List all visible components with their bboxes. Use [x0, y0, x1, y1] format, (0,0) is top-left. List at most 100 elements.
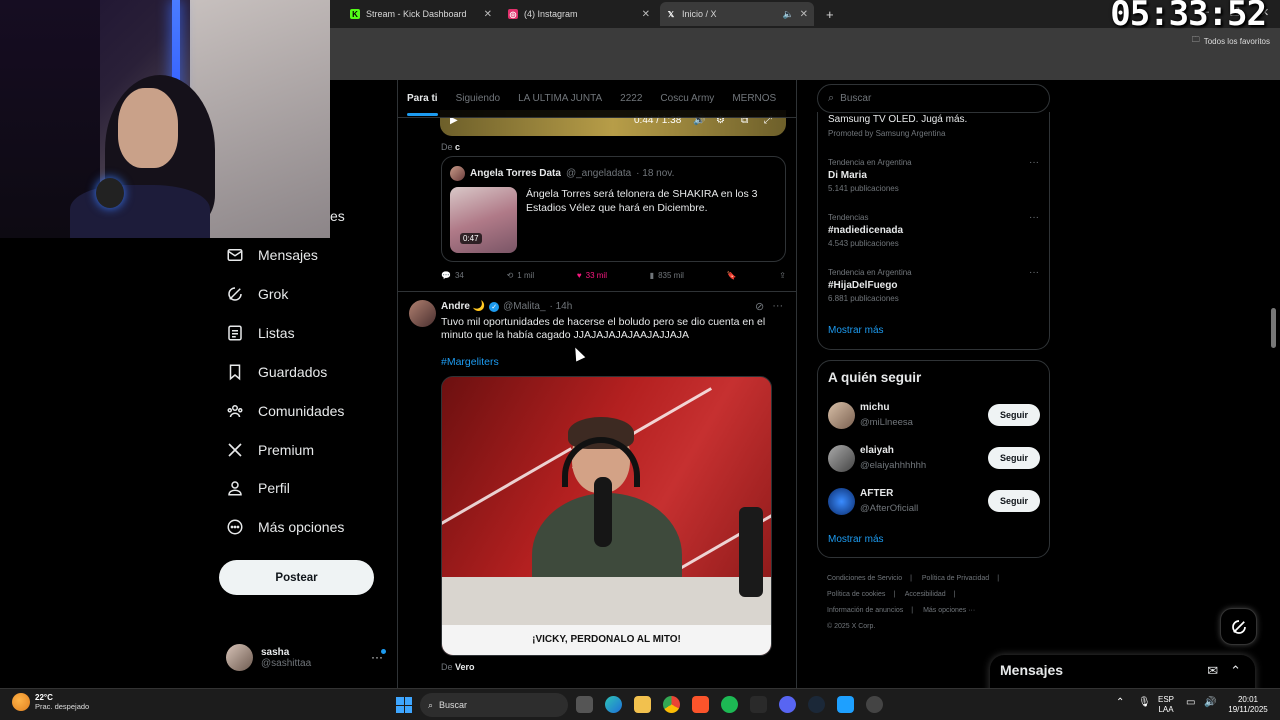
trend-item[interactable]: Tendencias #nadiedicenada 4.543 publicac…: [828, 212, 1043, 248]
close-icon[interactable]: ✕: [800, 9, 808, 20]
favorites-label: Todos los favoritos: [1203, 36, 1270, 46]
more-icon[interactable]: ···: [772, 300, 783, 313]
tab-x[interactable]: 𝕏 Inicio / X 🔈 ✕: [660, 2, 814, 26]
post-text: Tuvo mil oportunidades de hacerse el bol…: [441, 316, 766, 341]
new-message-icon[interactable]: ✉: [1207, 663, 1218, 679]
avatar: [828, 445, 855, 472]
nav-item-more-options[interactable]: Más opciones: [226, 518, 344, 536]
footer-link[interactable]: Información de anuncios: [827, 607, 903, 614]
tab-siguiendo[interactable]: Siguiendo: [447, 80, 509, 118]
tab-instagram[interactable]: ◎ (4) Instagram ✕: [502, 4, 656, 24]
like-button[interactable]: ♥ 33 mil: [577, 271, 607, 280]
tab-coscu-army[interactable]: Coscu Army: [651, 80, 723, 118]
promo-text[interactable]: Samsung TV OLED. Jugá más.: [828, 114, 967, 125]
nav-item-communities[interactable]: Comunidades: [226, 402, 344, 420]
new-tab-button[interactable]: +: [820, 4, 840, 24]
expand-icon[interactable]: ⌃: [1230, 663, 1241, 679]
quoted-video-thumbnail[interactable]: 0:47: [450, 187, 517, 253]
close-icon[interactable]: ✕: [484, 9, 492, 20]
weather-widget[interactable]: 22°C Prac. despejado: [12, 693, 89, 711]
nav-item-lists[interactable]: Listas: [226, 324, 295, 342]
show-more-trends[interactable]: Mostrar más: [828, 325, 884, 336]
speaker-icon[interactable]: 🔈: [783, 9, 794, 20]
more-icon[interactable]: ···: [1029, 157, 1039, 168]
share-button[interactable]: ⇪: [779, 271, 786, 280]
follow-suggestion[interactable]: michu @miLlneesa Seguir: [828, 401, 1040, 431]
task-view-icon[interactable]: [576, 696, 593, 713]
spotify-icon[interactable]: [721, 696, 738, 713]
notepad-icon[interactable]: [837, 696, 854, 713]
tab-label: Stream - Kick Dashboard: [366, 9, 467, 19]
avatar[interactable]: [409, 300, 436, 327]
favorites-bar[interactable]: 🗀 Todos los favoritos: [1192, 34, 1270, 48]
reply-button[interactable]: 💬 34: [441, 271, 464, 280]
tab-para-ti[interactable]: Para ti: [398, 80, 447, 118]
show-more-follow[interactable]: Mostrar más: [828, 534, 884, 545]
nav-item-messages[interactable]: Mensajes: [226, 246, 318, 264]
trend-item[interactable]: Tendencia en Argentina Di Maria 5.141 pu…: [828, 157, 1043, 193]
grok-floating-button[interactable]: [1220, 608, 1257, 645]
post-button[interactable]: Postear: [219, 560, 374, 595]
nav-item-bookmarks[interactable]: Guardados: [226, 363, 327, 381]
follow-button[interactable]: Seguir: [988, 404, 1040, 426]
edge-icon[interactable]: [605, 696, 622, 713]
nav-item-profile[interactable]: Perfil: [226, 479, 290, 497]
quoted-post[interactable]: Angela Torres Data @_angeladata · 18 nov…: [441, 156, 786, 262]
footer-link[interactable]: Política de Privacidad: [922, 575, 989, 582]
discord-icon[interactable]: [779, 696, 796, 713]
keyboard-layout: LAA: [1158, 705, 1174, 714]
tab-la-ultima-junta[interactable]: LA ULTIMA JUNTA: [509, 80, 611, 118]
bookmark-button[interactable]: 🔖: [727, 271, 737, 280]
author-name[interactable]: Andre 🌙: [441, 301, 485, 312]
repost-button[interactable]: ⟲ 1 mil: [507, 271, 535, 280]
volume-icon[interactable]: 🔊: [1204, 698, 1216, 708]
search-input[interactable]: [840, 93, 1021, 104]
tab-kick[interactable]: K Stream - Kick Dashboard ✕: [344, 4, 498, 24]
more-icon[interactable]: ···: [1029, 267, 1039, 278]
obs-icon[interactable]: [866, 696, 883, 713]
from-name[interactable]: Vero: [455, 662, 475, 672]
nav-item-premium[interactable]: Premium: [226, 441, 314, 459]
system-clock[interactable]: 20:01 19/11/2025: [1224, 695, 1272, 715]
close-icon[interactable]: ✕: [642, 9, 650, 20]
brave-icon[interactable]: [692, 696, 709, 713]
profile-handle: @sashittaa: [261, 657, 312, 669]
follow-suggestion[interactable]: elaiyah @elaiyahhhhhh Seguir: [828, 444, 1040, 474]
trend-item[interactable]: Tendencia en Argentina #HijaDelFuego 6.8…: [828, 267, 1043, 303]
grok-icon[interactable]: ⊘: [755, 300, 764, 313]
steam-icon[interactable]: [808, 696, 825, 713]
tray-chevron-icon[interactable]: ⌃: [1116, 698, 1124, 708]
follow-suggestion[interactable]: AFTER @AfterOficiall Seguir: [828, 487, 1040, 517]
post-video[interactable]: ¡VICKY, PERDONALO AL MITO!: [441, 376, 772, 656]
views-button[interactable]: ▮ 835 mil: [650, 271, 684, 280]
microphone-icon[interactable]: 🎙: [1138, 698, 1151, 708]
follow-button[interactable]: Seguir: [988, 490, 1040, 512]
page-scrollbar[interactable]: [1271, 308, 1276, 348]
chrome-icon[interactable]: [663, 696, 680, 713]
from-prefix: De: [441, 662, 453, 672]
from-name[interactable]: c: [455, 142, 460, 152]
webcam-person-shirt: [70, 185, 210, 238]
footer-link[interactable]: Accesibilidad: [905, 591, 946, 598]
quoted-author-name[interactable]: Angela Torres Data: [470, 168, 561, 179]
search-box[interactable]: ⌕: [817, 84, 1050, 113]
file-explorer-icon[interactable]: [634, 696, 651, 713]
footer-link[interactable]: Condiciones de Servicio: [827, 575, 902, 582]
epic-games-icon[interactable]: [750, 696, 767, 713]
language-indicator[interactable]: ESP LAA: [1158, 695, 1174, 715]
nav-item-grok[interactable]: Grok: [226, 285, 288, 303]
follow-button[interactable]: Seguir: [988, 447, 1040, 469]
footer-link[interactable]: Más opciones ···: [923, 607, 975, 614]
tab-2222[interactable]: 2222: [611, 80, 651, 118]
footer-link[interactable]: Política de cookies: [827, 591, 885, 598]
windows-start-icon[interactable]: [396, 697, 412, 713]
tab-mernos[interactable]: MERNOS: [723, 80, 785, 118]
network-icon[interactable]: ▭: [1186, 698, 1195, 708]
timeline[interactable]: ▶ 0:44 / 1:38 🔊 ⚙ ⧉ ⤢ Para ti Siguiendo …: [397, 80, 797, 688]
account-switcher[interactable]: sasha @sashittaa: [226, 644, 311, 671]
hashtag-link[interactable]: #Margeliters: [441, 356, 499, 368]
repost-icon: ⟲: [506, 271, 514, 280]
nav-label: Premium: [258, 442, 315, 458]
more-icon[interactable]: ···: [1029, 212, 1039, 223]
taskbar-search[interactable]: ⌕ Buscar: [420, 693, 568, 717]
